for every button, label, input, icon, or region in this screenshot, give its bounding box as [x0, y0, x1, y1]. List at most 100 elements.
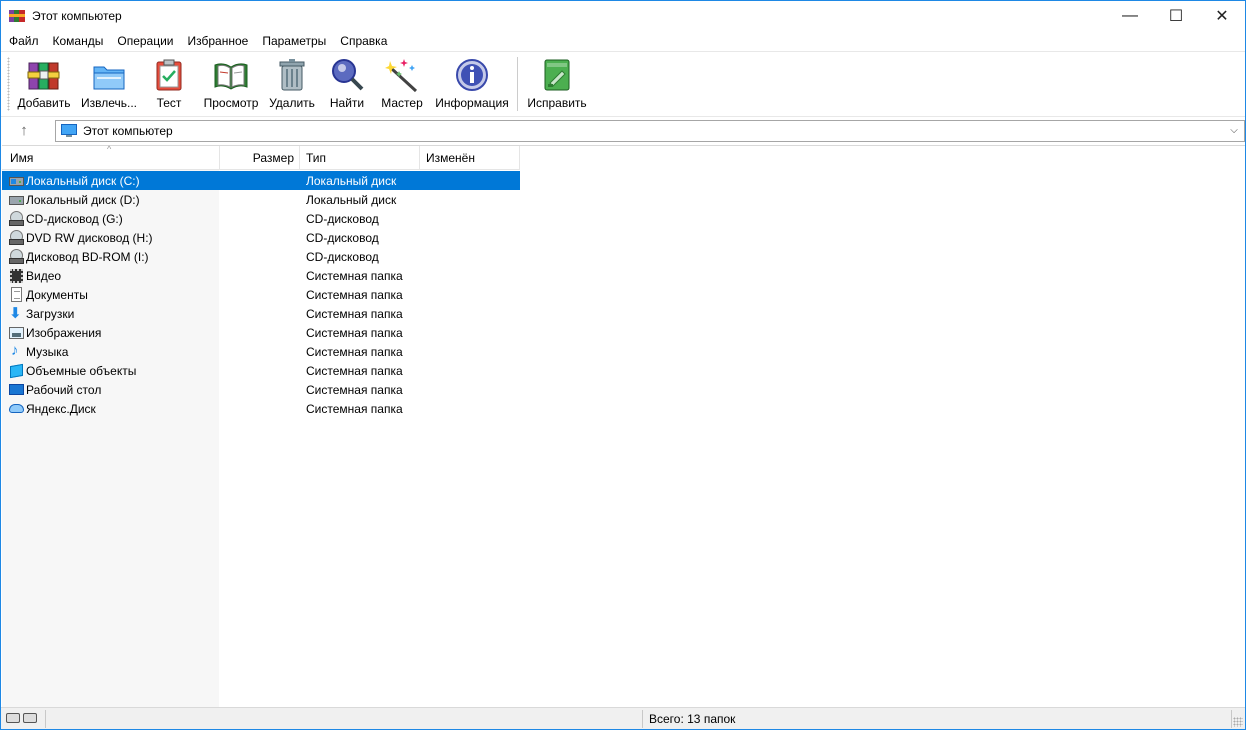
sort-ascending-icon: ^: [107, 144, 112, 154]
list-item[interactable]: Дисковод BD-ROM (I:) CD-дисковод: [2, 247, 520, 266]
view-book-icon: [213, 57, 249, 93]
list-item[interactable]: Изображения Системная папка: [2, 323, 520, 342]
documents-folder-icon: [8, 286, 26, 303]
item-type: Локальный диск: [306, 173, 397, 188]
address-field[interactable]: Этот компьютер ⌵: [55, 120, 1245, 142]
list-rows: Локальный диск (C:) Локальный диск Локал…: [2, 171, 520, 418]
local-disk-icon: [8, 173, 26, 189]
item-name: Локальный диск (D:): [26, 192, 140, 207]
item-type: Системная папка: [306, 287, 403, 302]
list-item[interactable]: Видео Системная папка: [2, 266, 520, 285]
repair-button[interactable]: Исправить: [525, 55, 589, 113]
toolbar-grip[interactable]: [7, 57, 10, 111]
list-item[interactable]: Локальный диск (D:) Локальный диск: [2, 190, 520, 209]
title-bar: Этот компьютер — ☐ ✕: [1, 1, 1245, 31]
delete-button[interactable]: Удалить: [267, 55, 317, 113]
maximize-button[interactable]: ☐: [1153, 1, 1199, 31]
cd-drive-icon: [8, 210, 26, 227]
menu-help[interactable]: Справка: [333, 31, 394, 51]
extract-folder-icon: [91, 57, 127, 93]
item-name: Яндекс.Диск: [26, 401, 96, 416]
item-type: Системная папка: [306, 382, 403, 397]
delete-button-label: Удалить: [269, 96, 315, 110]
status-divider: [1231, 710, 1232, 728]
find-button-label: Найти: [329, 96, 365, 110]
menu-operations[interactable]: Операции: [110, 31, 180, 51]
menu-options[interactable]: Параметры: [255, 31, 333, 51]
list-item[interactable]: CD-дисковод (G:) CD-дисковод: [2, 209, 520, 228]
downloads-folder-icon: ⬇: [9, 304, 22, 322]
toolbar: Добавить Извлечь... Тест Просмотр Удалит…: [1, 51, 1245, 115]
item-name: Загрузки: [26, 306, 75, 321]
item-type: Системная папка: [306, 306, 403, 321]
up-arrow-icon[interactable]: ↑: [13, 121, 35, 141]
status-total: Всего: 13 папок: [649, 712, 736, 726]
key-status-icon[interactable]: [23, 713, 37, 723]
menu-bar: Файл Команды Операции Избранное Параметр…: [1, 31, 1245, 51]
list-item[interactable]: Локальный диск (C:) Локальный диск: [2, 171, 520, 190]
item-name: Видео: [26, 268, 62, 283]
list-item[interactable]: DVD RW дисковод (H:) CD-дисковод: [2, 228, 520, 247]
toolbar-separator: [517, 57, 518, 111]
window-title: Этот компьютер: [32, 9, 122, 23]
desktop-folder-icon: [8, 382, 26, 398]
view-button[interactable]: Просмотр: [200, 55, 262, 113]
app-window: Этот компьютер — ☐ ✕ Файл Команды Операц…: [0, 0, 1246, 730]
menu-file[interactable]: Файл: [2, 31, 46, 51]
item-name: Документы: [26, 287, 88, 302]
column-header-name[interactable]: ^ Имя: [2, 144, 220, 170]
chevron-down-icon[interactable]: ⌵: [1227, 123, 1241, 139]
address-path: Этот компьютер: [83, 124, 173, 138]
extract-button-label: Извлечь...: [80, 96, 137, 110]
info-button[interactable]: Информация: [433, 55, 511, 113]
item-name: DVD RW дисковод (H:): [26, 230, 153, 245]
add-archive-icon: [26, 57, 62, 93]
trash-icon: [274, 57, 310, 93]
column-header-name-label: Имя: [10, 151, 34, 165]
item-type: CD-дисковод: [306, 211, 379, 226]
cd-drive-icon: [8, 248, 26, 265]
local-disk-icon: [8, 192, 26, 208]
drive-status-icon[interactable]: [6, 713, 20, 723]
item-name: Изображения: [26, 325, 102, 340]
status-divider: [642, 710, 643, 728]
view-button-label: Просмотр: [203, 96, 259, 110]
item-type: CD-дисковод: [306, 249, 379, 264]
resize-grip[interactable]: [1233, 717, 1243, 727]
extract-button[interactable]: Извлечь...: [79, 55, 139, 113]
list-item[interactable]: Яндекс.Диск Системная папка: [2, 399, 520, 418]
file-list: ^ Имя Размер Тип Изменён Локальный диск …: [2, 144, 1245, 707]
column-header-size[interactable]: Размер: [220, 146, 300, 170]
item-type: Системная папка: [306, 325, 403, 340]
wizard-button[interactable]: Мастер: [378, 55, 426, 113]
music-folder-icon: ♪: [11, 341, 19, 359]
find-button[interactable]: Найти: [325, 55, 369, 113]
info-button-label: Информация: [435, 96, 509, 110]
test-button-label: Тест: [156, 96, 182, 110]
test-button[interactable]: Тест: [147, 55, 191, 113]
item-type: Локальный диск: [306, 192, 397, 207]
wizard-button-label: Мастер: [381, 96, 423, 110]
list-item[interactable]: Рабочий стол Системная папка: [2, 380, 520, 399]
list-item[interactable]: Объемные объекты Системная папка: [2, 361, 520, 380]
column-header-modified[interactable]: Изменён: [420, 146, 520, 170]
menu-commands[interactable]: Команды: [46, 31, 111, 51]
yandex-disk-icon: [8, 401, 26, 417]
item-type: Системная папка: [306, 363, 403, 378]
winrar-app-icon: [9, 8, 25, 24]
item-type: Системная папка: [306, 268, 403, 283]
item-type: Системная папка: [306, 401, 403, 416]
add-button[interactable]: Добавить: [15, 55, 73, 113]
list-item[interactable]: ⬇ Загрузки Системная папка: [2, 304, 520, 323]
column-header-type[interactable]: Тип: [300, 146, 420, 170]
menu-favorites[interactable]: Избранное: [181, 31, 256, 51]
item-name: Рабочий стол: [26, 382, 102, 397]
minimize-button[interactable]: —: [1107, 1, 1153, 31]
close-button[interactable]: ✕: [1199, 1, 1245, 31]
status-icons: [6, 713, 40, 723]
list-item[interactable]: ♪ Музыка Системная папка: [2, 342, 520, 361]
list-item[interactable]: Документы Системная папка: [2, 285, 520, 304]
item-name: Локальный диск (C:): [26, 173, 140, 188]
address-bar: ↑ Этот компьютер ⌵: [1, 116, 1245, 144]
info-icon: [454, 57, 490, 93]
